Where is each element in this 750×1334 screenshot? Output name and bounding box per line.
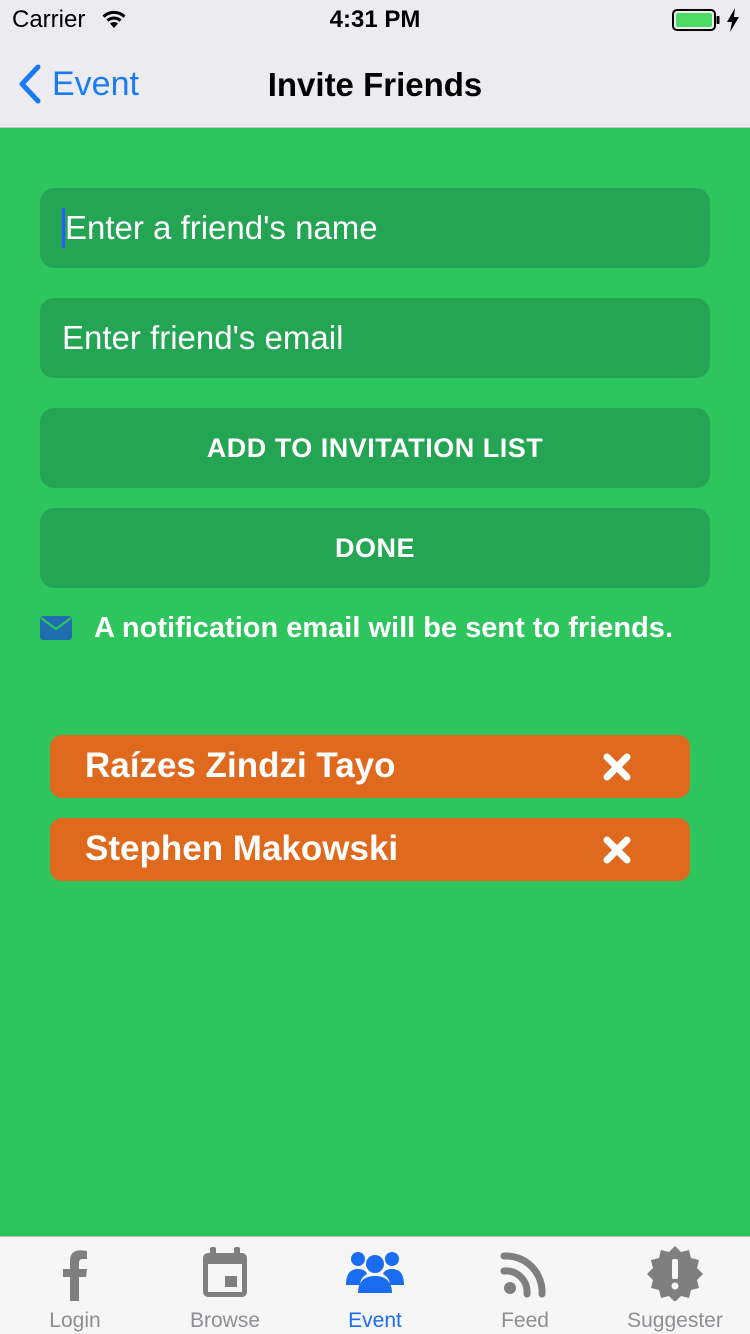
tab-login-label: Login xyxy=(49,1309,101,1332)
charging-icon xyxy=(727,8,739,32)
invitee-chip: Raízes Zindzi Tayo xyxy=(50,735,690,798)
top-bar: Carrier 4:31 PM Event Invite Friends xyxy=(0,0,750,128)
tab-feed[interactable]: Feed xyxy=(450,1237,600,1334)
status-bar: Carrier 4:31 PM xyxy=(0,0,750,40)
notice-text: A notification email will be sent to fri… xyxy=(94,611,673,644)
page-title: Invite Friends xyxy=(267,66,483,103)
tab-event[interactable]: Event xyxy=(300,1237,450,1334)
tab-feed-label: Feed xyxy=(501,1309,549,1332)
friend-email-placeholder: Enter friend's email xyxy=(62,319,344,356)
battery-icon xyxy=(672,9,720,31)
tab-event-label: Event xyxy=(348,1309,402,1332)
friend-name-placeholder: Enter a friend's name xyxy=(65,209,378,246)
rss-icon xyxy=(500,1252,546,1298)
notification-notice: A notification email will be sent to fri… xyxy=(40,608,673,648)
add-to-invitation-list-button[interactable]: ADD TO INVITATION LIST xyxy=(40,408,710,488)
alert-badge-icon xyxy=(647,1246,703,1301)
group-icon xyxy=(346,1252,404,1293)
done-button[interactable]: DONE xyxy=(40,508,710,588)
invitee-name: Stephen Makowski xyxy=(85,829,399,868)
remove-invitee-icon[interactable] xyxy=(602,835,632,865)
tab-suggester-label: Suggester xyxy=(627,1309,723,1332)
envelope-icon xyxy=(40,616,72,640)
navigation-bar: Event Invite Friends xyxy=(0,40,750,128)
tab-bar: Login Browse Event Feed Suggester xyxy=(0,1236,750,1334)
remove-invitee-icon[interactable] xyxy=(602,752,632,782)
friend-email-input[interactable]: Enter friend's email xyxy=(40,298,710,378)
facebook-icon xyxy=(63,1250,87,1301)
tab-browse-label: Browse xyxy=(189,1309,261,1332)
status-time: 4:31 PM xyxy=(329,6,421,33)
calendar-icon xyxy=(203,1247,247,1297)
invitee-chip: Stephen Makowski xyxy=(50,818,690,881)
invitee-name: Raízes Zindzi Tayo xyxy=(85,746,396,785)
tab-browse[interactable]: Browse xyxy=(150,1237,300,1334)
tab-suggester[interactable]: Suggester xyxy=(600,1237,750,1334)
tab-login[interactable]: Login xyxy=(0,1237,150,1334)
friend-name-input[interactable]: Enter a friend's name xyxy=(40,188,710,268)
